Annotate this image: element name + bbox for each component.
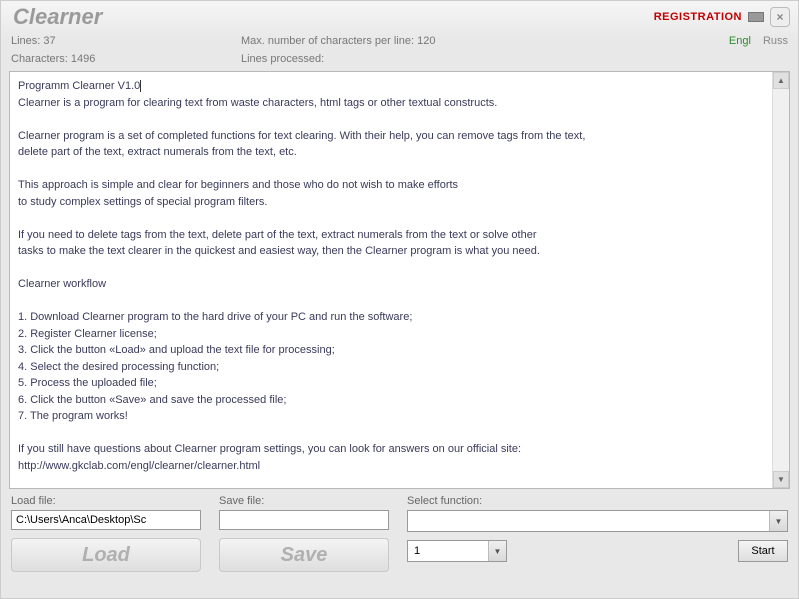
- lines-value: 37: [43, 35, 55, 47]
- function-combo[interactable]: ▼: [407, 510, 788, 532]
- app-window: Clearner REGISTRATION × Lines: 37 Max. n…: [0, 0, 799, 599]
- chevron-down-icon[interactable]: ▼: [488, 541, 506, 561]
- caret-icon: [140, 80, 141, 92]
- close-button[interactable]: ×: [770, 7, 790, 27]
- save-button[interactable]: Save: [219, 538, 389, 572]
- stats-row-1: Lines: 37 Max. number of characters per …: [1, 33, 798, 51]
- load-file-label: Load file:: [11, 495, 201, 507]
- chevron-down-icon[interactable]: ▼: [769, 511, 787, 531]
- titlebar-controls: REGISTRATION ×: [654, 7, 790, 27]
- maxchars-value: 120: [417, 35, 435, 47]
- lines-stat: Lines: 37: [11, 35, 241, 47]
- chars-label: Characters:: [11, 53, 68, 65]
- save-file-input[interactable]: [219, 510, 389, 530]
- maxchars-label: Max. number of characters per line:: [241, 35, 414, 47]
- load-button[interactable]: Load: [11, 538, 201, 572]
- processed-stat: Lines processed:: [241, 53, 788, 65]
- maxchars-stat: Max. number of characters per line: 120: [241, 35, 729, 47]
- lang-english[interactable]: Engl: [729, 35, 751, 47]
- app-title: Clearner: [9, 4, 102, 30]
- text-first-line: Programm Clearner V1.0: [18, 80, 140, 92]
- titlebar: Clearner REGISTRATION ×: [1, 1, 798, 33]
- chars-value: 1496: [71, 53, 95, 65]
- lang-russian[interactable]: Russ: [763, 35, 788, 47]
- processed-label: Lines processed:: [241, 53, 324, 65]
- chars-stat: Characters: 1496: [11, 53, 241, 65]
- scroll-track[interactable]: [773, 89, 789, 471]
- text-body: Clearner is a program for clearing text …: [18, 97, 585, 489]
- bottom-controls: Load file: Load Save file: Save Select f…: [1, 495, 798, 572]
- text-content[interactable]: Programm Clearner V1.0 Clearner is a pro…: [10, 72, 772, 488]
- count-spinner-value: 1: [414, 545, 420, 557]
- lines-label: Lines:: [11, 35, 40, 47]
- save-file-label: Save file:: [219, 495, 389, 507]
- stats-row-2: Characters: 1496 Lines processed:: [1, 51, 798, 69]
- start-button[interactable]: Start: [738, 540, 788, 562]
- registration-link[interactable]: REGISTRATION: [654, 11, 742, 23]
- minimize-icon[interactable]: [748, 12, 764, 22]
- text-editor[interactable]: Programm Clearner V1.0 Clearner is a pro…: [9, 71, 790, 489]
- select-function-label: Select function:: [407, 495, 788, 507]
- count-spinner[interactable]: 1 ▼: [407, 540, 507, 562]
- scroll-down-icon[interactable]: ▼: [773, 471, 789, 488]
- load-file-input[interactable]: [11, 510, 201, 530]
- scroll-up-icon[interactable]: ▲: [773, 72, 789, 89]
- scrollbar[interactable]: ▲ ▼: [772, 72, 789, 488]
